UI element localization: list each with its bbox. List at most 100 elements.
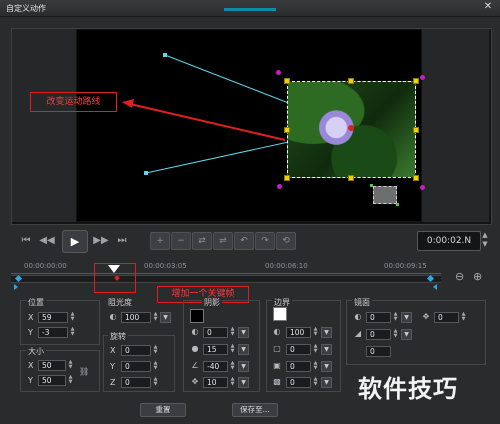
keyframe-highlight-box [94, 263, 136, 293]
reflection-opacity-spinner[interactable]: ▲ ▼ [392, 312, 399, 323]
reflection-opacity-dropdown[interactable]: ▼ [401, 312, 412, 323]
rotation-z-field[interactable]: 0 [121, 377, 151, 388]
opacity-dropdown-button[interactable]: ▼ [160, 312, 171, 323]
shadow-blur-dropdown[interactable]: ▼ [238, 344, 249, 355]
shadow-label: 阴影 [202, 297, 222, 308]
border-width-spinner[interactable]: ▲ ▼ [312, 344, 319, 355]
border-softness-field[interactable]: 0 [286, 361, 311, 372]
keyframe-tool-button[interactable]: − [171, 232, 191, 250]
border-softness-dropdown[interactable]: ▼ [321, 361, 332, 372]
timecode-display[interactable]: 0:00:02.N [417, 231, 481, 251]
play-button[interactable]: ▶ [62, 230, 88, 253]
zoom-in-icon[interactable]: ⊕ [473, 270, 482, 283]
watermark-text: 软件技巧 [358, 375, 458, 403]
zoom-out-icon[interactable]: ⊖ [455, 270, 464, 283]
size-x-field[interactable]: 50 [38, 360, 66, 371]
rotation-y-field[interactable]: 0 [121, 361, 151, 372]
reflection-opacity-field[interactable]: 0 [366, 312, 391, 323]
reflection-move-icon: ✥ [422, 312, 430, 321]
reflection-fade-icon: ◢ [354, 329, 362, 338]
shadow-angle-spinner[interactable]: ▲ ▼ [229, 361, 236, 372]
shadow-opacity-icon: ◐ [191, 327, 199, 336]
timecode-spinner[interactable]: ▲ ▼ [481, 231, 489, 249]
border-opacity-spinner[interactable]: ▲ ▼ [312, 327, 319, 338]
scroll-right-icon[interactable] [433, 284, 437, 290]
timeline-ruler[interactable] [11, 259, 441, 274]
border-corner-icon: ▩ [273, 377, 281, 386]
size-x-label: X [28, 361, 34, 370]
keyframe-tool-button[interactable]: ↷ [255, 232, 275, 250]
reflection-opacity-icon: ◐ [354, 312, 362, 321]
keyframe-tool-button[interactable]: + [150, 232, 170, 250]
border-color-swatch[interactable] [273, 307, 287, 321]
shadow-angle-field[interactable]: -40 [203, 361, 228, 372]
rotation-x-field[interactable]: 0 [121, 345, 151, 356]
shadow-distance-icon: ✥ [191, 377, 199, 386]
position-y-spinner[interactable]: ▲ ▼ [69, 327, 76, 338]
reset-button[interactable]: 重置 [140, 403, 186, 417]
position-x-spinner[interactable]: ▲ ▼ [69, 312, 76, 323]
rotation-y-spinner[interactable]: ▲ ▼ [152, 361, 159, 372]
shadow-blur-spinner[interactable]: ▲ ▼ [229, 344, 236, 355]
rotation-label: 旋转 [108, 331, 128, 342]
reflection-fade-spinner[interactable]: ▲ ▼ [392, 329, 399, 340]
position-x-field[interactable]: 59 [38, 312, 68, 323]
motion-path-callout: 改变运动路线 [30, 92, 117, 112]
shadow-opacity-dropdown[interactable]: ▼ [238, 327, 249, 338]
shadow-blur-field[interactable]: 15 [203, 344, 228, 355]
border-width-dropdown[interactable]: ▼ [321, 344, 332, 355]
tick-label: 00:00:09:15 [384, 262, 427, 270]
size-y-field[interactable]: 50 [38, 375, 66, 386]
tick-label: 00:00:00:00 [24, 262, 67, 270]
reflection-offset-spinner[interactable]: ▲ ▼ [460, 312, 467, 323]
shadow-distance-spinner[interactable]: ▲ ▼ [229, 377, 236, 388]
size-x-spinner[interactable]: ▲ ▼ [67, 360, 74, 371]
shadow-opacity-field[interactable]: 0 [203, 327, 228, 338]
save-as-button[interactable]: 保存至... [232, 403, 278, 417]
border-opacity-dropdown[interactable]: ▼ [321, 327, 332, 338]
shadow-angle-icon: ∠ [191, 361, 199, 370]
reflection-fade-dropdown[interactable]: ▼ [401, 329, 412, 340]
border-width-icon: ▢ [273, 344, 281, 353]
reflection-extra-field[interactable]: 0 [366, 346, 391, 357]
border-corner-spinner[interactable]: ▲ ▼ [312, 377, 319, 388]
shadow-distance-dropdown[interactable]: ▼ [238, 377, 249, 388]
opacity-field[interactable]: 100 [121, 312, 151, 323]
shadow-opacity-spinner[interactable]: ▲ ▼ [229, 327, 236, 338]
border-softness-spinner[interactable]: ▲ ▼ [312, 361, 319, 372]
rotation-z-spinner[interactable]: ▲ ▼ [152, 377, 159, 388]
keyframe-tool-button[interactable]: ⟲ [276, 232, 296, 250]
next-frame-icon[interactable]: ▶▶ [92, 233, 110, 249]
shadow-color-swatch[interactable] [190, 309, 204, 323]
position-label: 位置 [26, 297, 46, 308]
border-softness-icon: ▣ [273, 361, 281, 370]
position-y-field[interactable]: -3 [38, 327, 68, 338]
position-y-label: Y [28, 328, 33, 337]
reflection-label: 镜面 [352, 297, 372, 308]
link-icon[interactable]: ⛓ [79, 367, 89, 377]
border-width-field[interactable]: 0 [286, 344, 311, 355]
border-opacity-icon: ◐ [273, 327, 281, 336]
keyframe-tool-button[interactable]: ⇄ [192, 232, 212, 250]
opacity-icon: ◐ [109, 312, 117, 321]
keyframe-tool-button[interactable]: ↶ [234, 232, 254, 250]
size-y-spinner[interactable]: ▲ ▼ [67, 375, 74, 386]
shadow-distance-field[interactable]: 10 [203, 377, 228, 388]
border-corner-dropdown[interactable]: ▼ [321, 377, 332, 388]
opacity-spinner[interactable]: ▲ ▼ [152, 312, 159, 323]
keyframe-track[interactable] [11, 275, 441, 283]
keyframe-tool-button[interactable]: ⇌ [213, 232, 233, 250]
scroll-left-icon[interactable] [14, 284, 18, 290]
reflection-offset-field[interactable]: 0 [434, 312, 459, 323]
shadow-angle-dropdown[interactable]: ▼ [238, 361, 249, 372]
border-opacity-field[interactable]: 100 [286, 327, 311, 338]
size-y-label: Y [28, 376, 33, 385]
tick-label: 00:00:03:05 [144, 262, 187, 270]
go-to-start-icon[interactable]: ⏮ [18, 233, 34, 249]
reflection-fade-field[interactable]: 0 [366, 329, 391, 340]
opacity-label: 阻光度 [108, 298, 132, 307]
go-to-end-icon[interactable]: ⏭ [114, 233, 130, 249]
border-corner-field[interactable]: 0 [286, 377, 311, 388]
previous-frame-icon[interactable]: ◀◀ [38, 233, 56, 249]
rotation-x-spinner[interactable]: ▲ ▼ [152, 345, 159, 356]
